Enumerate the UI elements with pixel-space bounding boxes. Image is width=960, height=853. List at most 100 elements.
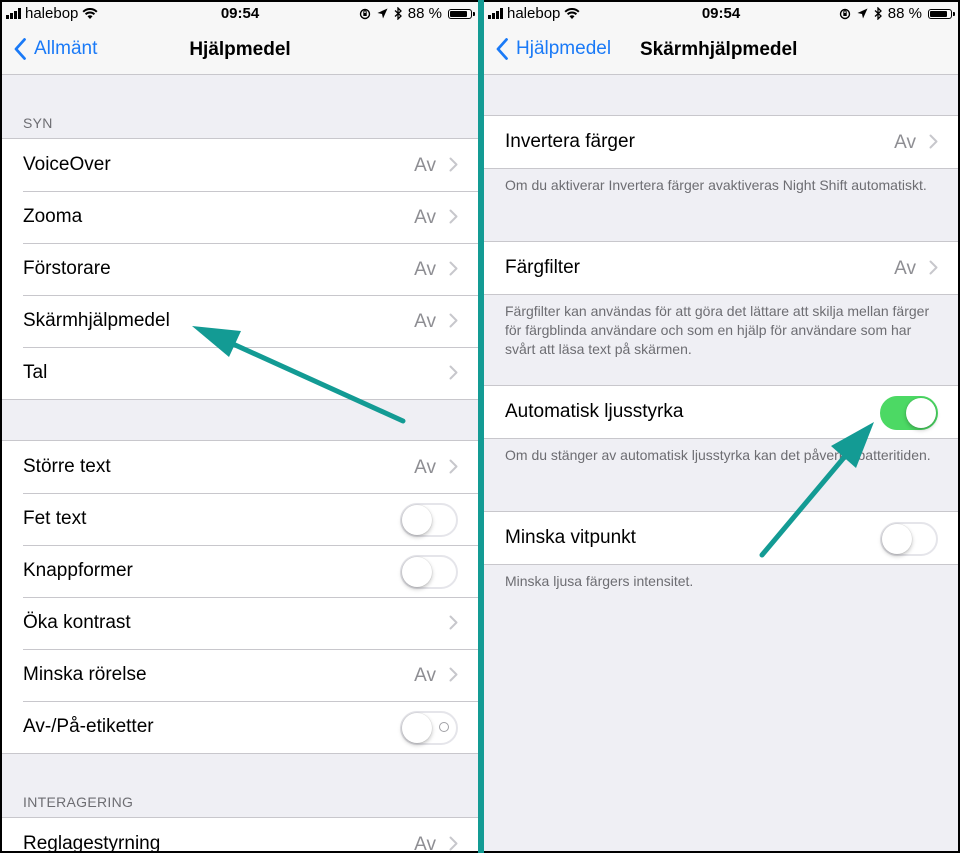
settings-row-label: Större text [23,456,111,477]
chevron-right-icon [929,260,938,275]
settings-group-vitpunkt: Minska vitpunkt [484,511,958,565]
chevron-right-icon [449,209,458,224]
settings-row-label: Skärmhjälpmedel [23,310,170,331]
group-footer: Minska ljusa färgers intensitet. [505,573,694,589]
toggle-switch[interactable] [880,396,938,430]
settings-row-value: Av [414,834,436,851]
settings-row-value: Av [414,665,436,686]
bluetooth-icon [394,7,402,20]
page-title: Hjälpmedel [189,39,291,60]
settings-group-syn: VoiceOver Av Zooma Av Förstorare Av Skärmhjälp… [2,138,478,400]
battery-level [450,10,467,17]
back-label: Hjälpmedel [516,38,612,59]
settings-row-label: Fet text [23,508,87,529]
settings-row-minska-vitpunkt[interactable]: Minska vitpunkt [484,512,958,564]
bluetooth-icon [874,7,882,20]
navigation-bar: Allmänt Hjälpmedel [2,24,478,75]
battery-percent: 88 % [407,5,442,22]
settings-list: Invertera färger Av Om du aktiverar Inver… [484,75,958,851]
settings-group-invertera: Invertera färger Av [484,115,958,169]
settings-row-fargfilter[interactable]: Färgfilter Av [484,242,958,294]
settings-row-tal[interactable]: Tal [2,347,478,399]
toggle-knob [906,398,936,428]
settings-group-fargfilter: Färgfilter Av [484,241,958,295]
chevron-right-icon [449,261,458,276]
settings-row-label: Automatisk ljusstyrka [505,401,684,422]
battery-icon [928,8,955,19]
page-title: Skärmhjälpmedel [640,39,798,60]
settings-list: SYN VoiceOver Av Zooma Av Förstorare Av Skärmh… [2,75,478,851]
toggle-switch[interactable] [880,522,938,556]
orientation-lock-icon [839,8,850,19]
toggle-knob [402,505,432,535]
settings-row-skarmhjalpmedel[interactable]: Skärmhjälpmedel Av [2,295,478,347]
settings-row-value: Av [894,132,916,153]
settings-group-ljusstyrka: Automatisk ljusstyrka [484,385,958,439]
settings-row-zooma[interactable]: Zooma Av [2,191,478,243]
settings-row-value: Av [414,155,436,176]
settings-row-voiceover[interactable]: VoiceOver Av [2,139,478,191]
chevron-right-icon [449,313,458,328]
chevron-right-icon [449,459,458,474]
left-screen: halebop 09:54 88 % Allmänt Hjälpmedel SY… [2,2,478,851]
location-icon [377,8,388,19]
settings-row-fet-text[interactable]: Fet text [2,493,478,545]
off-label-icon [439,722,449,732]
settings-row-value: Av [894,258,916,279]
battery-level [930,10,947,17]
chevron-right-icon [929,134,938,149]
settings-row-knappformer[interactable]: Knappformer [2,545,478,597]
settings-row-label: Invertera färger [505,131,635,152]
settings-row-automatisk-ljusstyrka[interactable]: Automatisk ljusstyrka [484,386,958,438]
status-bar: halebop 09:54 88 % [2,2,478,24]
toggle-knob [882,524,912,554]
back-chevron-icon [496,38,508,60]
settings-row-storre-text[interactable]: Större text Av [2,441,478,493]
toggle-switch[interactable] [400,711,458,745]
right-screen: halebop 09:54 88 % Hjälpmedel Skärmhjälp… [484,2,958,851]
settings-row-label: Tal [23,362,48,383]
settings-row-label: Knappformer [23,560,133,581]
status-bar: halebop 09:54 88 % [484,2,958,24]
chevron-right-icon [449,667,458,682]
settings-row-label: VoiceOver [23,154,111,175]
toggle-switch[interactable] [400,555,458,589]
screenshot-composite: halebop 09:54 88 % Allmänt Hjälpmedel SY… [0,0,960,853]
back-button[interactable]: Hjälpmedel [496,38,611,60]
group-footer: Om du aktiverar Invertera färger avaktiv… [505,177,927,193]
settings-group-interagering: Reglagestyrning Av [2,817,478,851]
settings-group-display: Större text Av Fet text Knappformer Öka kont… [2,440,478,754]
settings-row-value: Av [414,311,436,332]
settings-row-av-pa-etiketter[interactable]: Av-/På-etiketter [2,701,478,753]
toggle-knob [402,713,432,743]
settings-row-forstorare[interactable]: Förstorare Av [2,243,478,295]
chevron-right-icon [449,365,458,380]
chevron-right-icon [449,157,458,172]
chevron-right-icon [449,836,458,851]
settings-row-reglagestyrning[interactable]: Reglagestyrning Av [2,818,478,851]
settings-row-label: Zooma [23,206,83,227]
settings-row-minska-rorelse[interactable]: Minska rörelse Av [2,649,478,701]
section-header-syn: SYN [23,115,53,131]
chevron-right-icon [449,615,458,630]
settings-row-label: Förstorare [23,258,111,279]
navigation-bar: Hjälpmedel Skärmhjälpmedel [484,24,958,75]
settings-row-label: Minska rörelse [23,664,147,685]
settings-row-oka-kontrast[interactable]: Öka kontrast [2,597,478,649]
group-footer: Om du stänger av automatisk ljusstyrka k… [505,447,931,463]
settings-row-label: Färgfilter [505,257,580,278]
battery-icon [448,8,475,19]
orientation-lock-icon [359,8,370,19]
settings-row-value: Av [414,259,436,280]
section-header-interagering: INTERAGERING [23,794,134,810]
settings-row-label: Av-/På-etiketter [23,716,154,737]
settings-row-value: Av [414,457,436,478]
settings-row-label: Minska vitpunkt [505,527,636,548]
toggle-knob [402,557,432,587]
status-right: 88 % [359,5,475,22]
settings-row-invertera-farger[interactable]: Invertera färger Av [484,116,958,168]
toggle-switch[interactable] [400,503,458,537]
settings-row-value: Av [414,207,436,228]
status-right: 88 % [839,5,955,22]
location-icon [857,8,868,19]
